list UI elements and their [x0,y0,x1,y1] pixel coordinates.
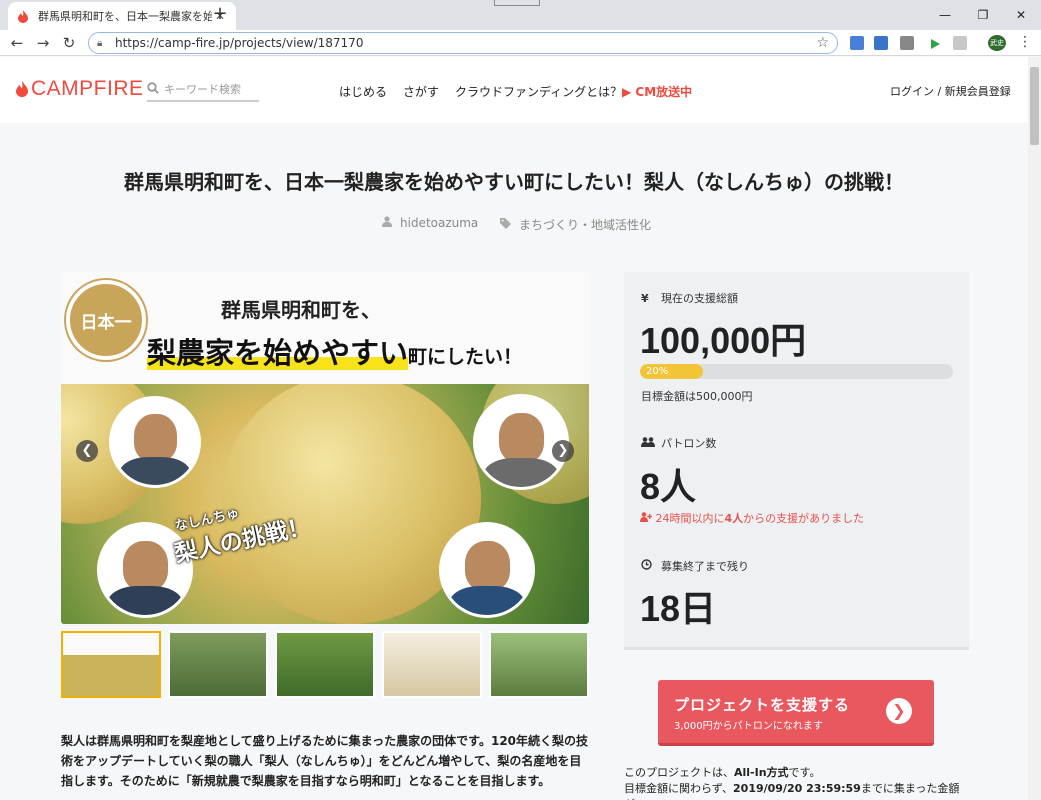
window-close-icon[interactable]: ✕ [1002,0,1040,30]
hero-slideshow[interactable]: 日本一 群馬県明和町を、 梨農家を始めやすい町にしたい！ なしんちゅ 梨人の挑戦… [61,272,589,624]
site-header: CAMPFIRE キーワード検索 はじめる さがす クラウドファンディングとは？… [0,57,1028,123]
project-description: 梨人は群馬県明和町を梨産地として盛り上げるために集まった農家の団体です。120年… [61,734,589,788]
funding-progress-bar: 20% [640,364,953,379]
translate-extension-icon[interactable] [850,36,864,50]
progress-fill: 20% [640,364,703,379]
recent-prefix: 24時間以内に [655,512,725,525]
nihon-ichi-badge: 日本一 [66,280,146,360]
play-circle-icon: ▶︎ [622,85,636,99]
search-input[interactable]: キーワード検索 [147,78,259,102]
support-button-sub: 3,000円からパトロンになれます [674,721,823,732]
forward-icon[interactable]: → [32,33,54,53]
all-in-line-2: 目標金額に関わらず、2019/09/20 23:59:59までに集まった金額が [624,781,969,800]
all-in-line-1: このプロジェクトは、All-In方式です。 [624,765,969,781]
remaining-label-text: 募集終了まで残り [661,560,749,573]
lock-icon: 🔒︎ [97,37,103,49]
patron-label-text: パトロン数 [661,437,717,450]
thumbnail[interactable] [61,631,161,698]
thumbnail[interactable] [168,631,268,698]
search-icon [147,81,159,97]
thumbnail[interactable] [489,631,589,698]
arrow-right-circle-icon: ❯ [886,698,912,724]
logo-text: CAMPFIRE [31,77,144,100]
funding-amount: 100,000円 [640,320,807,361]
category-name: まちづくり・地域活性化 [519,218,652,232]
allin-prefix: このプロジェクトは、 [624,766,734,779]
hero-banner: 日本一 群馬県明和町を、 梨農家を始めやすい町にしたい！ [61,272,589,384]
search-placeholder: キーワード検索 [164,83,241,96]
flame-icon [16,81,28,97]
browser-menu-icon[interactable]: ⋮ [1018,34,1032,50]
campfire-favicon-icon [16,9,30,23]
recent-suffix: からの支援がありました [743,512,865,525]
deadline-prefix: 目標金額に関わらず、 [624,782,734,795]
back-icon[interactable]: ← [6,33,28,53]
banner-rest: 町にしたい！ [408,346,523,368]
url-text: https://camp-fire.jp/projects/view/18717… [115,36,364,50]
banner-line-1: 群馬県明和町を、 [221,298,381,322]
tag-icon [500,217,511,232]
funding-label-text: 現在の支援総額 [661,292,738,305]
profile-avatar[interactable]: 武史 [988,35,1006,51]
window-drag-handle[interactable] [494,0,540,6]
project-category[interactable]: まちづくり・地域活性化 [500,216,651,233]
campfire-logo[interactable]: CAMPFIRE [16,77,144,101]
dictionary-extension-icon[interactable] [874,36,888,50]
support-project-button[interactable]: プロジェクトを支援する 3,000円からパトロンになれます ❯ [658,680,934,746]
farmer-portrait [439,522,535,618]
user-plus-icon [640,512,656,525]
owner-name: hidetoazuma [400,216,479,230]
reload-icon[interactable]: ↻ [58,33,80,53]
goal-amount: 目標金額は500,000円 [641,390,753,403]
tab-title: 群馬県明和町を、日本一梨農家を始 [38,10,212,23]
thumbnail[interactable] [382,631,482,698]
recent-support-notice: 24時間以内に4人からの支援がありました [640,510,864,526]
slide-prev-icon[interactable]: ❮ [76,440,98,462]
allin-suffix: です。 [788,766,821,779]
patron-count: 8人 [640,466,697,507]
thumbnail[interactable] [275,631,375,698]
patron-label: パトロン数 [641,435,716,451]
recent-count: 4人 [724,512,744,525]
funding-stats-card: ¥ 現在の支援総額 100,000円 20% 目標金額は500,000円 パトロ… [624,272,969,650]
remaining-days: 18日 [640,588,717,629]
new-tab-button[interactable]: + [210,5,230,25]
nav-cm-label: CM放送中 [635,85,693,99]
banner-highlight: 梨農家を始めやすい [147,336,409,370]
nav-explore[interactable]: さがす [403,83,439,100]
allin-method: All-In方式 [734,766,789,779]
minimize-icon[interactable]: — [926,0,964,30]
screenshot-extension-icon[interactable] [953,36,967,50]
login-register-link[interactable]: ログイン / 新規会員登録 [890,83,1011,99]
browser-tabbar: 群馬県明和町を、日本一梨農家を始 ✕ + — ❐ ✕ [0,0,1041,30]
users-icon [641,436,655,450]
banner-line-2: 梨農家を始めやすい町にしたい！ [147,330,522,372]
all-in-notice: このプロジェクトは、All-In方式です。 目標金額に関わらず、2019/09/… [624,765,969,800]
nav-cm[interactable]: ▶︎ CM放送中 [622,83,692,100]
play-extension-icon[interactable] [928,36,942,50]
thumbnail-strip [61,631,589,699]
user-icon [382,216,392,230]
nav-start[interactable]: はじめる [339,83,387,100]
nav-about-crowdfunding[interactable]: クラウドファンディングとは？ [455,83,622,100]
yen-icon: ¥ [641,291,649,305]
support-button-label: プロジェクトを支援する [674,696,851,714]
funding-label: ¥ 現在の支援総額 [641,290,738,306]
deadline-date: 2019/09/20 23:59:59 [733,782,861,795]
clock-icon [641,559,653,573]
scrollbar-thumb[interactable] [1030,67,1039,145]
project-owner[interactable]: hidetoazuma [382,216,478,230]
browser-toolbar: ← → ↻ 🔒︎ https://camp-fire.jp/projects/v… [0,30,1041,56]
page-title: 群馬県明和町を、日本一梨農家を始めやすい町にしたい！梨人（なしんちゅ）の挑戦！ [124,170,904,194]
farmer-portrait [109,396,201,488]
page-scrollbar[interactable] [1028,57,1041,800]
address-bar[interactable]: 🔒︎ https://camp-fire.jp/projects/view/18… [88,32,838,54]
clipboard-extension-icon[interactable] [900,36,914,50]
restore-icon[interactable]: ❐ [964,0,1002,30]
remaining-label: 募集終了まで残り [641,558,749,574]
browser-tab[interactable]: 群馬県明和町を、日本一梨農家を始 ✕ [8,2,236,30]
slide-next-icon[interactable]: ❯ [552,440,574,462]
bookmark-star-icon[interactable]: ☆ [816,35,829,51]
